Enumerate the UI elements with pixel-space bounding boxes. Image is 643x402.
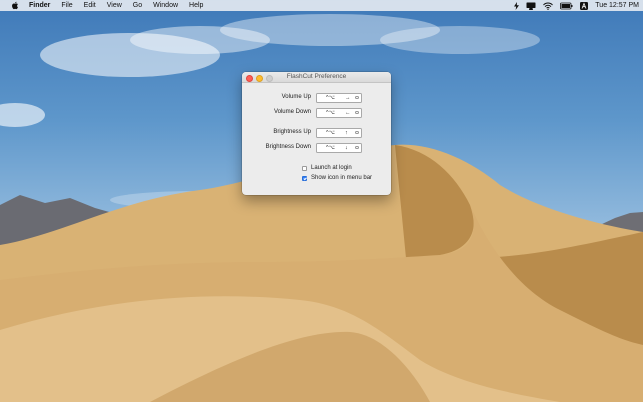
menu-clock[interactable]: Tue 12:57 PM: [595, 2, 639, 9]
wifi-icon[interactable]: [543, 2, 554, 10]
menu-app-name[interactable]: Finder: [29, 2, 50, 9]
preferences-window: FlashCut Preference Volume Up ^⌥ → Volum…: [242, 72, 391, 195]
input-source-icon[interactable]: [580, 1, 589, 10]
window-titlebar[interactable]: FlashCut Preference: [242, 72, 391, 83]
shortcut-modifiers: ^⌥: [326, 110, 335, 116]
shortcut-row-volume-down: Volume Down ^⌥ ←: [242, 108, 391, 118]
shortcut-recorder-volume-down[interactable]: ^⌥ ←: [316, 108, 362, 118]
clear-shortcut-icon[interactable]: [355, 95, 359, 100]
shortcut-modifiers: ^⌥: [326, 95, 335, 101]
minimize-button[interactable]: [256, 74, 263, 82]
clear-shortcut-icon[interactable]: [355, 145, 359, 150]
shortcut-label: Brightness Down: [265, 144, 311, 150]
option-label: Launch at login: [311, 165, 352, 171]
menu-file[interactable]: File: [61, 2, 72, 9]
shortcut-label: Volume Up: [281, 94, 311, 100]
shortcut-key: →: [345, 95, 351, 101]
shortcut-recorder-brightness-up[interactable]: ^⌥ ↑: [316, 128, 362, 138]
close-button[interactable]: [246, 74, 253, 82]
shortcut-recorder-brightness-down[interactable]: ^⌥ ↓: [316, 143, 362, 153]
display-icon[interactable]: [526, 2, 536, 10]
flash-icon[interactable]: [514, 1, 520, 10]
status-area: Tue 12:57 PM: [514, 0, 639, 11]
menu-window[interactable]: Window: [153, 2, 178, 9]
clear-shortcut-icon[interactable]: [355, 110, 359, 115]
shortcut-recorder-volume-up[interactable]: ^⌥ →: [316, 93, 362, 103]
menu-help[interactable]: Help: [189, 2, 203, 9]
shortcut-row-brightness-up: Brightness Up ^⌥ ↑: [242, 128, 391, 138]
clear-shortcut-icon[interactable]: [355, 130, 359, 135]
option-launch-at-login[interactable]: Launch at login: [302, 164, 352, 172]
shortcut-row-volume-up: Volume Up ^⌥ →: [242, 93, 391, 103]
apple-menu-icon[interactable]: [11, 1, 19, 10]
shortcut-label: Volume Down: [273, 109, 311, 115]
shortcut-key: ←: [345, 110, 351, 116]
show-icon-checkbox[interactable]: [302, 175, 307, 181]
launch-at-login-checkbox[interactable]: [302, 165, 307, 171]
shortcut-label: Brightness Up: [273, 129, 311, 135]
desktop-wallpaper: [0, 0, 643, 402]
menu-go[interactable]: Go: [133, 2, 142, 9]
option-show-menu-bar-icon[interactable]: Show icon in menu bar: [302, 174, 372, 182]
shortcut-modifiers: ^⌥: [326, 145, 335, 151]
shortcut-key: ↑: [345, 130, 348, 136]
wallpaper-dunes: [0, 14, 643, 402]
window-title: FlashCut Preference: [286, 73, 347, 80]
option-label: Show icon in menu bar: [311, 175, 373, 181]
battery-icon[interactable]: [560, 2, 573, 10]
shortcut-key: ↓: [345, 145, 348, 151]
menu-bar: Finder File Edit View Go Window Help Tue…: [0, 0, 643, 11]
shortcut-row-brightness-down: Brightness Down ^⌥ ↓: [242, 143, 391, 153]
shortcut-modifiers: ^⌥: [326, 130, 335, 136]
zoom-button[interactable]: [266, 74, 273, 82]
menu-edit[interactable]: Edit: [84, 2, 96, 9]
menu-view[interactable]: View: [107, 2, 122, 9]
